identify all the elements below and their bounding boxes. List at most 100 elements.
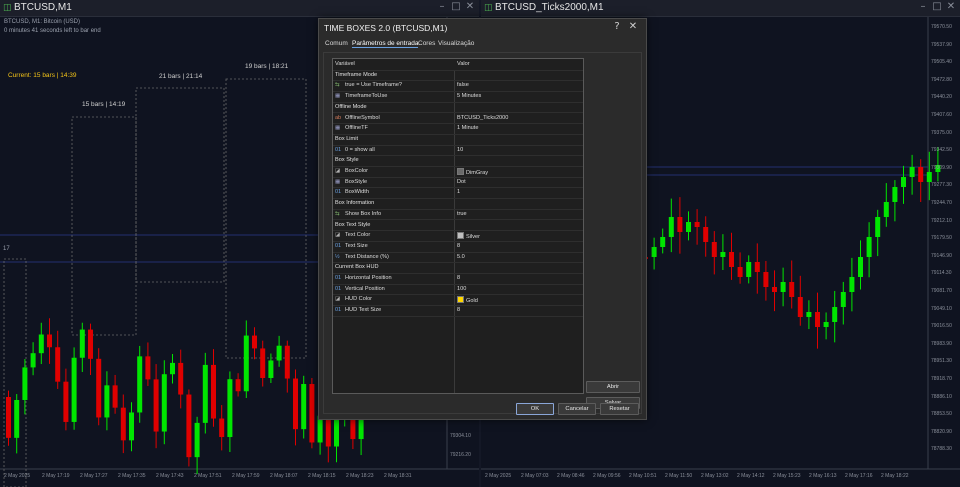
parameter-value[interactable]: 10 [457,147,463,153]
ok-button[interactable]: OK [516,403,554,415]
candle-body [737,267,743,277]
parameter-value[interactable]: 8 [457,275,460,281]
chart-titlebar[interactable]: ◫ BTCUSD_Ticks2000,M1 – □ ✕ [481,0,960,17]
load-button[interactable]: Abrir [586,381,640,393]
time-axis-label: 2 May 17:16 [845,473,873,479]
dialog-tabs: Comum Parâmetros de entrada Cores Visual… [323,40,642,50]
parameter-value[interactable]: 1 Minute [457,125,478,131]
candle-body [660,237,666,247]
price-axis-label: 78853.50 [931,411,952,418]
parameter-value-text: 10 [457,146,464,153]
candle-body [668,217,674,237]
time-axis-label: 2 May 17:59 [232,473,260,479]
close-icon[interactable]: ✕ [944,1,958,12]
candle-body [186,394,192,458]
close-icon[interactable]: ✕ [626,21,640,32]
price-axis-label: 79212.10 [931,217,952,224]
price-axis-label: 78820.90 [931,428,952,435]
tab-cores[interactable]: Cores [418,40,435,47]
parameter-label: Box Text Style [335,221,371,228]
tab-parametros[interactable]: Parâmetros de entrada [352,40,419,48]
parameter-value-text: 5 Minutes [457,93,482,100]
help-icon[interactable]: ? [610,21,624,32]
left-edge-price-label: 17 [3,246,10,252]
price-axis-label: 79179.50 [931,235,952,242]
maximize-icon[interactable]: □ [449,1,463,12]
parameter-label: BoxColor [345,168,369,174]
color-swatch [457,232,464,240]
parameter-value[interactable]: Silver [457,232,480,240]
parameter-value[interactable]: 8 [457,243,460,249]
int-icon: 01 [335,275,342,281]
int-icon: 01 [335,146,342,153]
candle-body [227,379,233,438]
candle-body [145,356,151,380]
price-axis-label: 79570.50 [931,24,952,30]
color-swatch [457,296,464,304]
close-icon[interactable]: ✕ [463,1,477,12]
parameter-value[interactable]: 8 [457,307,460,313]
time-axis-label: 2 May 17:43 [156,473,184,479]
chart-window-title: BTCUSD,M1 [14,2,72,13]
parameter-label: Box Limit [335,135,359,142]
parameter-value[interactable]: DimGray [457,168,488,176]
cancel-button[interactable]: Cancelar [558,403,596,415]
time-axis-label: 2 May 11:50 [665,473,693,479]
candle-body [720,252,726,257]
parameter-label: Box Style [335,157,359,164]
int-icon: 01 [335,307,342,314]
parameter-value[interactable]: BTCUSD_Ticks2000 [457,115,508,121]
candle-body [276,345,282,361]
candle-body [161,374,167,432]
maximize-icon[interactable]: □ [930,1,944,12]
candle-body [789,282,795,297]
parameter-value[interactable]: Dot [457,179,466,185]
parameter-label: Offline Mode [335,103,367,110]
parameter-name: ▦ OfflineTF [335,125,368,131]
parameter-value-text: 8 [457,307,461,314]
parameter-value[interactable]: 5.0 [457,254,465,260]
candle-body [858,257,863,277]
bool-icon: ⇆ [335,210,340,217]
parameter-row[interactable]: 01 HUD Text Size 8 [333,305,583,317]
parameter-label: Box Information [335,200,375,207]
minimize-icon[interactable]: – [916,1,930,12]
parameter-value[interactable]: false [457,82,469,88]
tab-comum[interactable]: Comum [325,40,348,47]
parameter-value-text: 8 [457,242,461,249]
box-label-3: 19 bars | 18:21 [245,63,289,70]
candle-body [806,312,812,317]
parameter-value-text: Gold [466,298,478,305]
indicator-properties-dialog[interactable]: TIME BOXES 2.0 (BTCUSD,M1) ? ✕ Comum Par… [318,18,647,420]
parameter-value-text: true [457,210,467,217]
parameter-value[interactable]: Gold [457,296,478,304]
parameter-value[interactable]: true [457,211,467,217]
parameter-value-text: 100 [457,285,467,292]
int-icon: 01 [335,285,342,292]
parameter-label: Show Box Info [345,210,382,217]
candle-body [780,282,786,292]
parameters-table[interactable]: Variável Valor Timeframe Mode ⇆ true = Use… [332,58,584,394]
parameter-value[interactable]: 1 [457,189,460,195]
candle-body [104,385,110,418]
parameter-name: Current Box HUD [335,264,379,270]
minimize-icon[interactable]: – [435,1,449,12]
time-box [225,78,307,359]
parameter-name: 01 BoxWidth [335,189,369,195]
time-axis-label: 2 May 17:35 [118,473,146,479]
candle-body [153,379,159,432]
chart-titlebar[interactable]: ◫ BTCUSD,M1 – □ ✕ [0,0,479,17]
enum-icon: ▦ [335,125,341,132]
candle-body [284,345,290,379]
tab-visualizacao[interactable]: Visualização [438,40,474,47]
parameter-value[interactable]: 100 [457,286,466,292]
parameter-value[interactable]: 5 Minutes [457,93,481,99]
candle-body [772,287,777,292]
reset-button[interactable]: Resetar [600,403,639,415]
parameter-name: ▦ TimeframeToUse [335,93,387,99]
candle-body [120,407,126,441]
candle-body [22,367,28,400]
candle-body [71,357,77,422]
string-icon: ab [335,114,342,121]
parameter-label: Horizontal Position [345,275,392,281]
